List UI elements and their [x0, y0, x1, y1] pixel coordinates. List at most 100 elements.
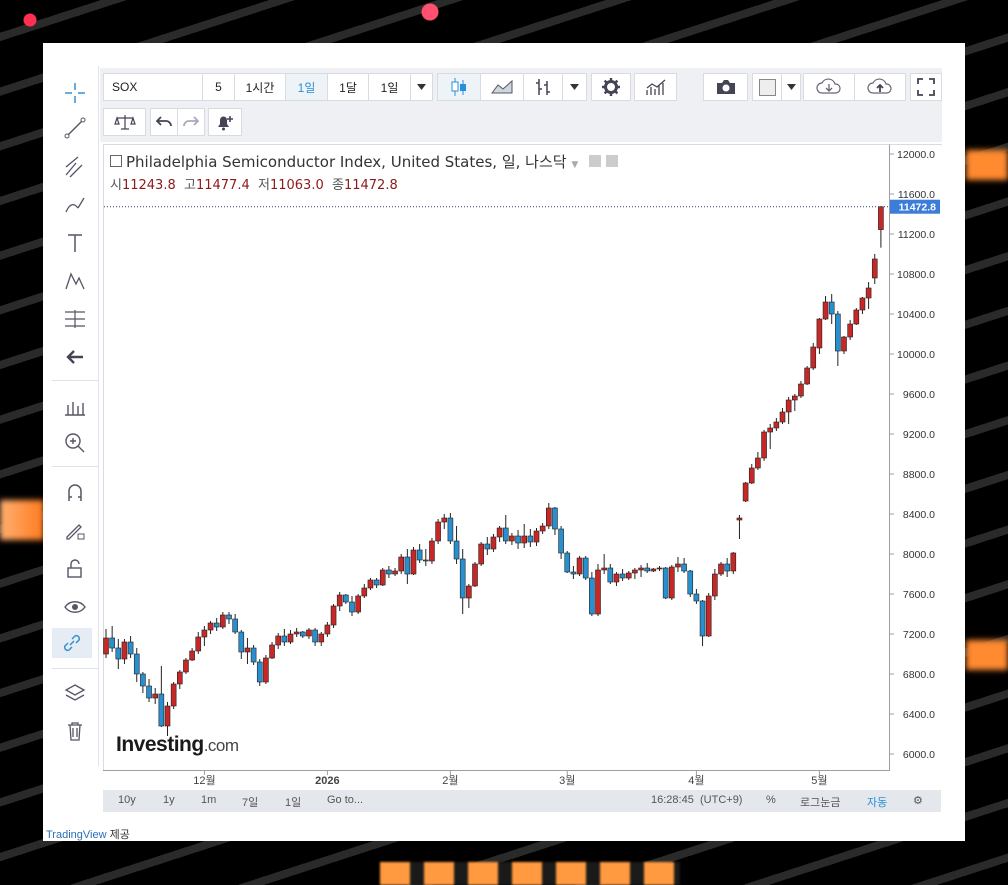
candle-body [521, 535, 528, 544]
timezone[interactable]: (UTC+9) [700, 794, 742, 806]
range-1y[interactable]: 1y [163, 794, 175, 806]
open-value: 11243.8 [121, 178, 176, 193]
candle-body [324, 624, 331, 635]
candle-body [183, 659, 189, 673]
y-tick-label: 11600.0 [898, 189, 935, 201]
collapse-icon[interactable] [110, 155, 122, 167]
chevron-down-icon[interactable]: ▼ [571, 160, 578, 170]
candle-body [668, 566, 675, 599]
gear-icon[interactable] [605, 155, 618, 167]
eye-toggle-icon[interactable] [589, 155, 602, 167]
close-value: 11472.8 [343, 178, 398, 193]
x-tick-label: 3월 [559, 774, 575, 787]
candle-body [336, 594, 343, 607]
high-value: 11477.4 [195, 178, 250, 193]
y-tick-label: 6000.0 [903, 749, 935, 761]
credit: TradingView 제공 [46, 826, 130, 842]
candle-body [675, 563, 681, 568]
high-label: 고 [184, 178, 196, 193]
candle-body [607, 567, 614, 583]
auto-scale-toggle[interactable]: 자동 [867, 794, 887, 810]
candle-body [312, 629, 318, 643]
candle-body [681, 563, 687, 572]
candle-body [730, 552, 737, 572]
candle-body [712, 573, 718, 597]
candle-body [367, 579, 374, 589]
candle-body [429, 540, 435, 562]
candle-body [878, 206, 884, 230]
gear-icon[interactable]: ⚙ [913, 794, 923, 807]
candle-body [576, 557, 583, 575]
log-toggle[interactable]: 로그눈금 [800, 794, 840, 810]
candle-body [595, 569, 601, 615]
candle-body [355, 595, 361, 613]
candle-body [835, 313, 841, 352]
candle-body [127, 641, 134, 655]
candle-body [705, 595, 712, 637]
candle-body [195, 636, 202, 652]
candle-body [767, 427, 774, 433]
candle-body [189, 650, 195, 661]
candle-body [822, 301, 829, 320]
candle-body [638, 567, 644, 571]
range-7d[interactable]: 7일 [242, 794, 258, 810]
low-label: 저 [258, 178, 270, 193]
candle-body [755, 457, 761, 469]
candle-body [109, 637, 115, 649]
goto-button[interactable]: Go to... [327, 794, 363, 806]
candle-body [379, 569, 386, 586]
candle-body [699, 600, 706, 637]
candle-body [601, 567, 607, 571]
candle-body [140, 673, 146, 687]
candle-body [306, 629, 312, 637]
range-10y[interactable]: 10y [118, 794, 136, 806]
candle-body [152, 693, 158, 699]
candle-body [625, 572, 632, 579]
logo-suffix: .com [203, 736, 239, 755]
candle-body [724, 563, 730, 572]
candle-body [459, 558, 466, 599]
candle-body [201, 629, 208, 638]
candle-body [515, 535, 521, 544]
range-1m[interactable]: 1m [201, 794, 216, 806]
candle-body [798, 383, 804, 397]
y-tick-label: 8800.0 [903, 469, 935, 481]
candle-body [742, 482, 749, 502]
y-tick-label: 7600.0 [903, 589, 935, 601]
candle-body [318, 633, 325, 643]
candle-body [871, 258, 878, 279]
candle-body [392, 570, 398, 575]
candle-body [441, 517, 448, 523]
candle-body [589, 577, 595, 615]
x-tick-label: 2026 [315, 775, 339, 787]
range-1d[interactable]: 1일 [285, 794, 301, 810]
candle-body [656, 567, 663, 570]
candle-body [435, 521, 441, 542]
candle-body [213, 622, 220, 628]
low-value: 11063.0 [269, 178, 324, 193]
candle-body [373, 579, 380, 586]
candle-body [545, 507, 552, 527]
candle-body [281, 635, 288, 643]
candle-body [287, 633, 294, 643]
candle-body [773, 421, 780, 429]
candle-body [410, 549, 417, 575]
candle-body [748, 467, 755, 484]
chart-title-text: Philadelphia Semiconductor Index, United… [126, 153, 567, 171]
x-tick-label: 4월 [688, 774, 704, 787]
candle-body [761, 431, 767, 459]
y-tick-label: 10800.0 [897, 269, 935, 281]
y-tick-label: 9200.0 [903, 429, 935, 441]
candle-body [349, 601, 355, 613]
candle-body [232, 618, 238, 633]
candle-body [250, 647, 257, 663]
candle-body [564, 552, 571, 573]
candle-body [386, 569, 392, 575]
candle-body [238, 631, 245, 653]
candle-body [256, 661, 263, 683]
candle-body [533, 530, 540, 543]
candle-body [662, 567, 669, 599]
chart-title: Philadelphia Semiconductor Index, United… [110, 151, 618, 172]
percent-toggle[interactable]: % [766, 794, 776, 806]
tradingview-link[interactable]: TradingView [46, 829, 107, 841]
